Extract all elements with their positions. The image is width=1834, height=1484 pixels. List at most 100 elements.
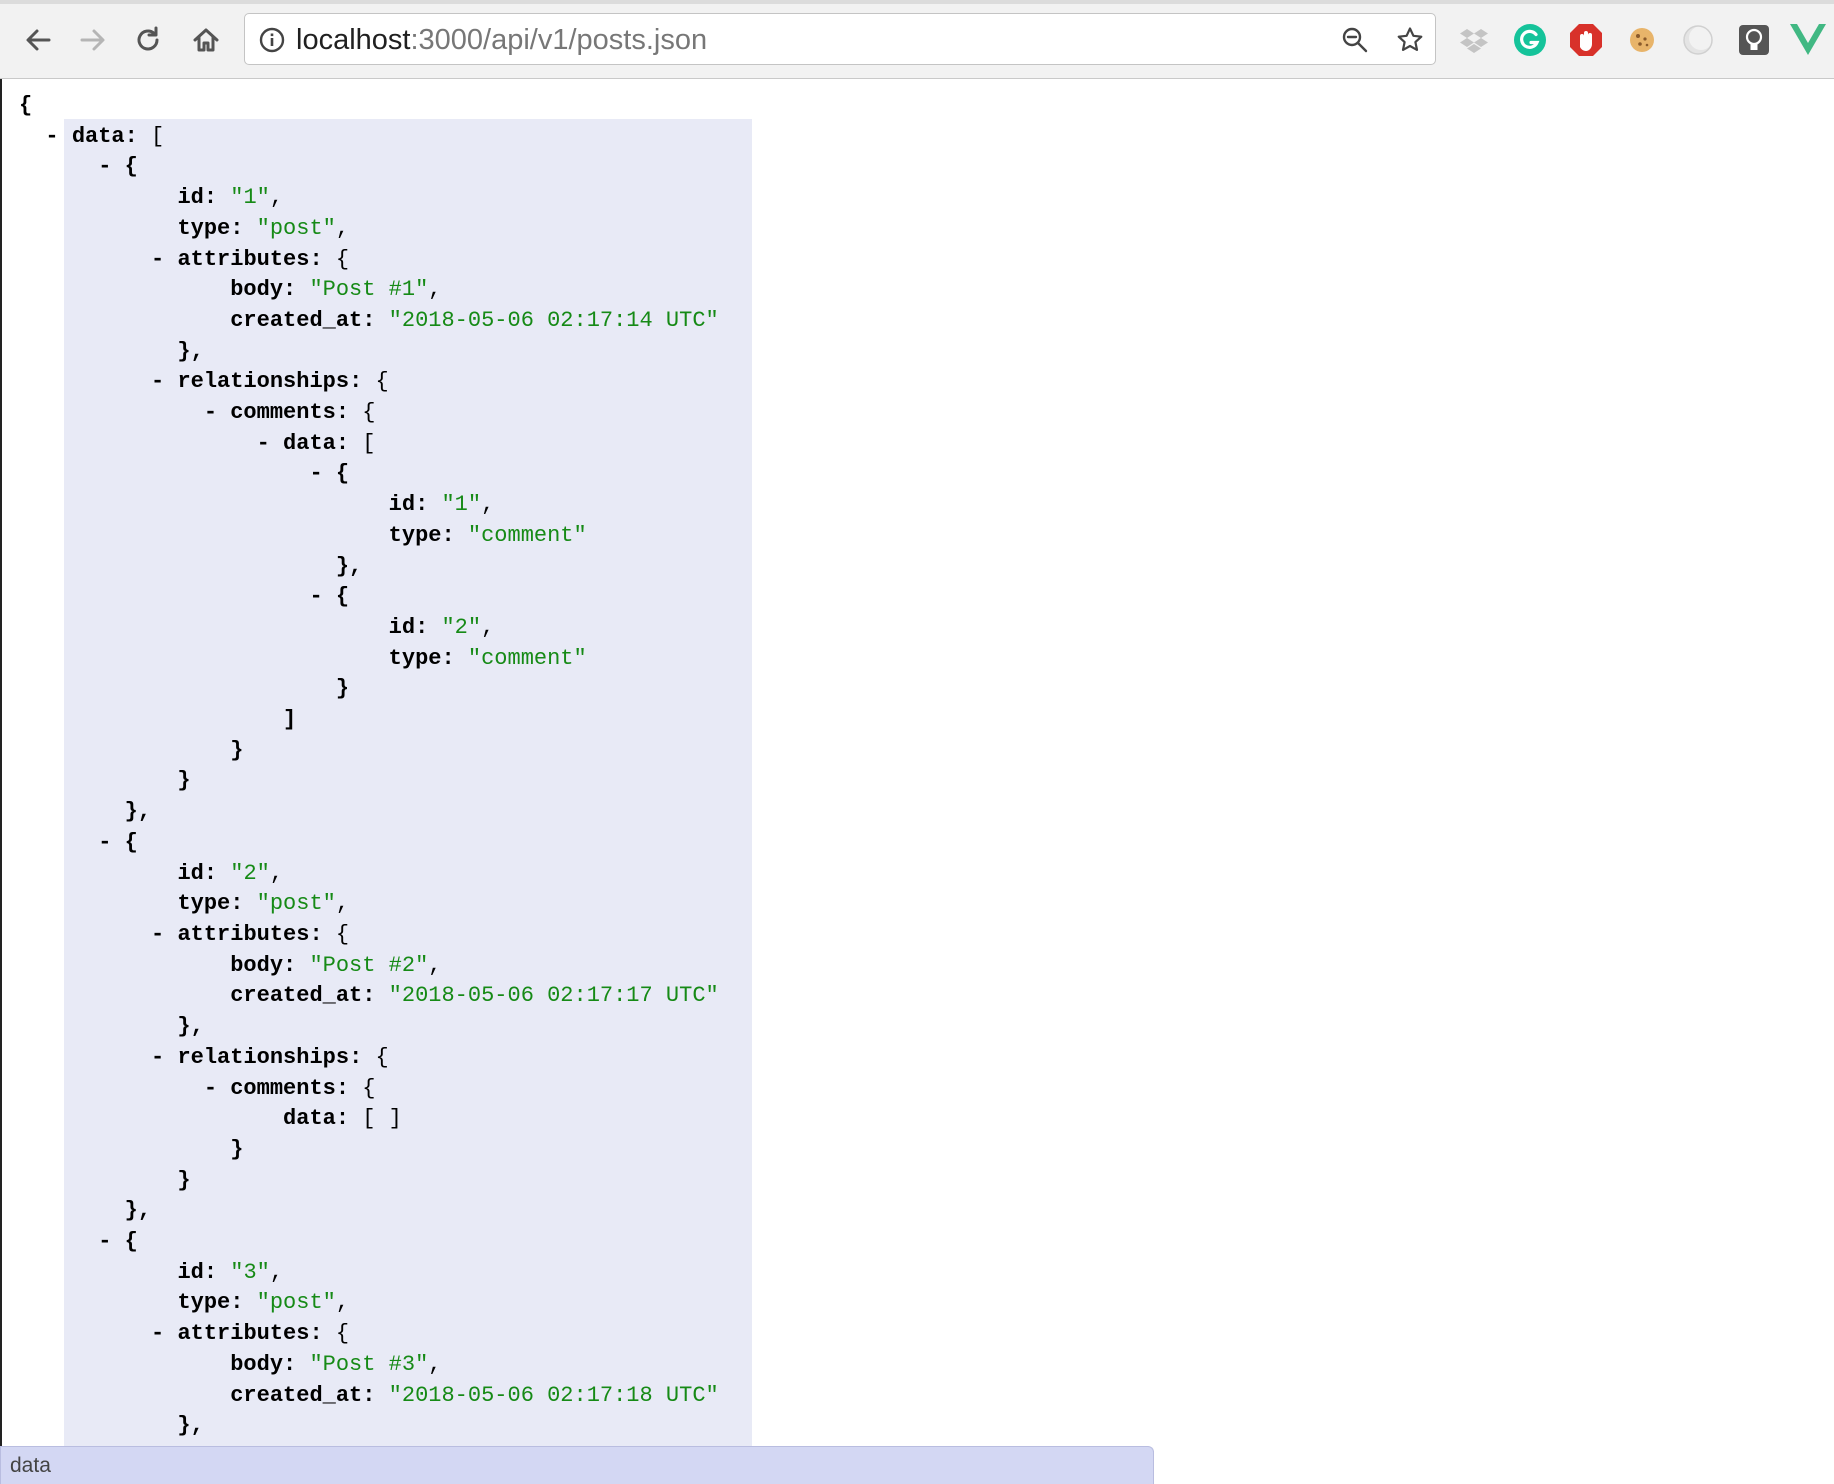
json-punct[interactable]: - { (19, 154, 138, 179)
json-punct[interactable]: - (19, 1321, 177, 1346)
json-line: } (19, 676, 349, 701)
json-line: - { (19, 830, 138, 855)
json-punct: , (269, 860, 284, 886)
json-string-value: "2018-05-06 02:17:14 UTC" (375, 307, 719, 333)
json-key: created_at: (230, 1382, 376, 1408)
json-punct: , (481, 492, 495, 518)
json-punct[interactable]: - { (19, 461, 349, 486)
json-string-value: "comment" (454, 522, 587, 548)
json-punct[interactable]: - (19, 369, 177, 394)
json-punct[interactable]: - (19, 1045, 177, 1070)
json-punct: [ ] (349, 1106, 402, 1132)
reload-icon[interactable] (126, 18, 170, 62)
json-punct (19, 615, 389, 640)
json-line: } (19, 1137, 243, 1162)
bookmark-star-icon[interactable] (1396, 26, 1424, 54)
json-punct[interactable]: - { (19, 830, 138, 855)
json-string-value: "2018-05-06 02:17:17 UTC" (375, 983, 719, 1009)
json-punct: , (428, 277, 442, 303)
json-punct: { (349, 400, 376, 426)
json-punct (19, 308, 230, 333)
json-punct: , (335, 215, 350, 241)
json-punct: { (362, 1044, 389, 1070)
json-punct (19, 891, 177, 916)
json-line: }, (19, 1014, 204, 1040)
json-punct: }, (19, 553, 363, 579)
browser-toolbar: localhost:3000/api/v1/posts.json (0, 0, 1834, 79)
grammarly-icon[interactable] (1512, 22, 1548, 58)
json-punct: , (428, 952, 442, 978)
json-line: - relationships: { (19, 369, 389, 394)
json-string-value: "post" (243, 215, 336, 241)
json-punct: , (269, 1259, 284, 1285)
json-punct: [ (349, 430, 376, 456)
json-key: id: (177, 860, 218, 886)
json-punct[interactable]: - (19, 247, 177, 272)
json-key: attributes: (177, 1321, 323, 1347)
json-line: type: "post", (19, 216, 349, 241)
json-line: ] (19, 707, 296, 732)
json-key: type: (177, 215, 244, 241)
status-text: data (10, 1454, 51, 1477)
json-line: - { (19, 1229, 138, 1254)
json-line: - attributes: { (19, 922, 349, 947)
vue-devtools-icon[interactable] (1790, 22, 1826, 58)
dropbox-icon[interactable] (1456, 22, 1492, 58)
zoom-icon[interactable] (1341, 26, 1369, 54)
json-punct (19, 1260, 177, 1285)
json-line: id: "1", (19, 492, 495, 518)
tab-strip (0, 0, 1834, 4)
json-punct[interactable]: - { (19, 584, 349, 609)
json-line: - { (19, 154, 138, 179)
json-key: type: (388, 645, 455, 671)
json-line: - comments: { (19, 1076, 376, 1101)
adblock-icon[interactable] (1568, 22, 1604, 58)
json-punct (19, 277, 230, 302)
json-string-value: "post" (243, 1290, 336, 1316)
json-punct: , (428, 1351, 442, 1377)
json-line: data: [ ] (19, 1106, 402, 1131)
json-string-value: "1" (428, 492, 482, 518)
json-punct[interactable]: - (19, 431, 283, 456)
json-line: id: "2", (19, 615, 495, 640)
json-line: created_at: "2018-05-06 02:17:14 UTC" (19, 308, 719, 333)
address-bar[interactable]: localhost:3000/api/v1/posts.json (244, 13, 1436, 65)
json-punct: , (269, 185, 284, 211)
back-icon[interactable] (16, 18, 60, 62)
json-punct: }, (19, 1014, 204, 1040)
lightbulb-icon[interactable] (1736, 22, 1772, 58)
cookie-icon[interactable] (1624, 22, 1660, 58)
json-key: data: (283, 430, 350, 456)
json-punct: } (19, 1136, 244, 1162)
info-icon[interactable] (258, 26, 286, 54)
json-punct[interactable]: - (19, 400, 230, 425)
json-punct[interactable]: - (19, 922, 177, 947)
json-line: - { (19, 584, 349, 609)
url-path: :3000/api/v1/posts.json (410, 24, 708, 56)
json-punct[interactable]: - (19, 1076, 230, 1101)
json-line: - data: [ (19, 124, 164, 149)
json-punct (19, 523, 389, 548)
json-punct[interactable]: - { (19, 1229, 138, 1254)
json-punct: { (322, 246, 350, 272)
json-punct (19, 1383, 230, 1408)
json-line: - attributes: { (19, 247, 349, 272)
json-key: comments: (230, 400, 350, 426)
crescent-icon[interactable] (1680, 22, 1716, 58)
json-key: id: (177, 1259, 218, 1285)
json-punct: { (19, 93, 33, 118)
json-line: - attributes: { (19, 1321, 349, 1346)
forward-icon[interactable] (71, 18, 115, 62)
status-bar: data (0, 1446, 1154, 1484)
json-string-value: "2018-05-06 02:17:18 UTC" (375, 1382, 719, 1408)
json-punct: } (19, 768, 191, 794)
json-punct: }, (19, 1198, 152, 1224)
json-punct[interactable]: - (19, 124, 72, 149)
json-key: id: (388, 492, 429, 518)
home-icon[interactable] (184, 18, 228, 62)
url-text[interactable]: localhost:3000/api/v1/posts.json (296, 24, 707, 56)
json-line: id: "3", (19, 1260, 283, 1285)
json-line: id: "1", (19, 185, 283, 210)
window-edge (0, 79, 2, 1484)
json-string-value: "Post #1" (296, 277, 429, 303)
